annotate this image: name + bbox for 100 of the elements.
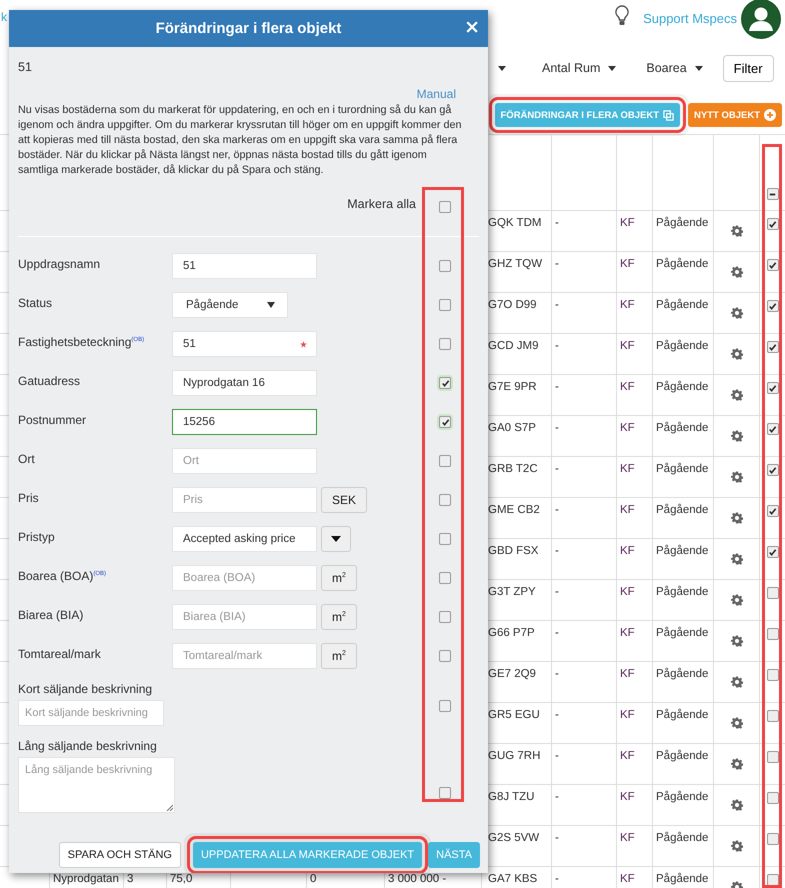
copy-checkbox[interactable] xyxy=(439,338,451,350)
copy-checkbox[interactable] xyxy=(439,299,451,311)
copy-checkbox[interactable] xyxy=(439,455,451,467)
copy-checkbox[interactable] xyxy=(439,572,451,584)
row-checkbox[interactable] xyxy=(766,669,778,681)
field-label: Pris xyxy=(18,490,40,507)
row-checkbox[interactable] xyxy=(766,341,778,353)
nav-link[interactable]: k xyxy=(1,10,7,24)
row-checkbox[interactable] xyxy=(766,710,778,722)
table-cell: GHZ TQW xyxy=(488,258,542,270)
copy-checkbox[interactable] xyxy=(439,700,451,712)
row-checkbox[interactable] xyxy=(766,259,778,271)
settings-icon[interactable] xyxy=(730,430,742,442)
status-select[interactable]: Pågående xyxy=(172,292,288,318)
text-area[interactable]: Lång säljande beskrivning xyxy=(18,757,175,813)
row-checkbox[interactable] xyxy=(766,587,778,599)
row-checkbox[interactable] xyxy=(766,874,778,886)
input-field[interactable]: Kort säljande beskrivning xyxy=(18,700,164,726)
unit-button[interactable]: m$^{2}$ xyxy=(321,604,357,630)
copy-checkbox[interactable] xyxy=(439,650,451,662)
settings-icon[interactable] xyxy=(730,553,742,565)
settings-icon[interactable] xyxy=(730,471,742,483)
row-checkbox[interactable] xyxy=(766,423,778,435)
unit-button[interactable]: SEK xyxy=(321,487,368,513)
settings-icon[interactable] xyxy=(730,758,742,770)
input-field[interactable]: Ort xyxy=(172,448,317,474)
table-cell: GR5 EGU xyxy=(488,709,540,721)
input-field[interactable]: 15256 xyxy=(172,409,317,435)
row-checkbox[interactable] xyxy=(766,218,778,230)
row-checkbox[interactable] xyxy=(766,505,778,517)
row-checkbox[interactable] xyxy=(766,382,778,394)
new-object-button[interactable]: NYTT OBJEKT xyxy=(688,103,782,127)
input-field[interactable]: 51 xyxy=(172,331,317,357)
caret-icon[interactable] xyxy=(498,66,506,70)
settings-icon[interactable] xyxy=(730,840,742,852)
input-field[interactable]: Nyprodgatan 16 xyxy=(172,370,317,396)
table-cell: GBD FSX xyxy=(488,545,538,557)
dialog-title: Förändringar i flera objekt xyxy=(156,20,342,37)
settings-icon[interactable] xyxy=(730,717,742,729)
table-cell: 3 xyxy=(127,873,134,885)
input-field[interactable]: Biarea (BIA) xyxy=(172,604,317,630)
filter-dropdown[interactable]: Antal Rum xyxy=(542,61,616,75)
table-cell: KF xyxy=(620,545,635,557)
action-button[interactable]: UPPDATERA ALLA MARKERADE OBJEKT xyxy=(192,842,422,868)
table-cell: - xyxy=(555,750,559,762)
lightbulb-icon[interactable] xyxy=(615,5,630,27)
table-cell: G7E 9PR xyxy=(488,381,537,393)
input-field[interactable]: 51 xyxy=(172,253,317,279)
filter-button[interactable]: Filter xyxy=(722,54,774,82)
field-label: Pristyp xyxy=(18,529,56,546)
caret-icon xyxy=(331,536,341,542)
instructions-text: Nu visas bostäderna som du markerat för uppdatering, en och en i turordning så du kan gå igenom och ändra uppgifter. Om du markerar kryssrutan till höger om en uppgift kommer den att kopieras med till nästa bostad, den ska markeras om en uppgift ska vara samma på flera bostäder. När du klickar på Nästa längst ner, öppnas nästa bostad tills du gått igenom samtliga markerade bostäder, då klickar du på Spara och stäng. xyxy=(18,103,462,178)
copy-checkbox[interactable] xyxy=(439,611,451,623)
input-field[interactable]: Accepted asking price xyxy=(172,526,317,552)
settings-icon[interactable] xyxy=(730,594,742,606)
row-checkbox[interactable] xyxy=(766,464,778,476)
copy-checkbox[interactable] xyxy=(439,377,451,389)
row-checkbox[interactable] xyxy=(766,833,778,845)
row-checkbox[interactable] xyxy=(766,300,778,312)
settings-icon[interactable] xyxy=(730,348,742,360)
input-field[interactable]: Pris xyxy=(172,487,317,513)
copy-checkbox[interactable] xyxy=(439,787,451,799)
settings-icon[interactable] xyxy=(730,512,742,524)
table-cell: Pågående xyxy=(656,463,708,475)
settings-icon[interactable] xyxy=(730,799,742,811)
close-button[interactable]: × xyxy=(464,18,480,36)
avatar-icon[interactable] xyxy=(741,0,781,39)
resize-handle-icon[interactable] xyxy=(165,803,173,811)
table-cell: - xyxy=(555,340,559,352)
dropdown-button[interactable] xyxy=(321,526,351,552)
filter-dropdown[interactable]: Boarea xyxy=(646,61,703,75)
input-field[interactable]: Tomtareal/mark xyxy=(172,643,317,669)
save-close-button[interactable]: SPARA OCH STÄNG xyxy=(58,842,181,868)
row-checkbox[interactable] xyxy=(766,792,778,804)
action-button[interactable]: NÄSTA xyxy=(428,842,480,868)
unit-button[interactable]: m$^{2}$ xyxy=(321,565,357,591)
copy-checkbox[interactable] xyxy=(439,260,451,272)
table-cell: Pågående xyxy=(656,381,708,393)
copy-checkbox[interactable] xyxy=(439,416,451,428)
settings-icon[interactable] xyxy=(730,676,742,688)
multi-edit-button[interactable]: FÖRÄNDRINGAR I FLERA OBJEKT xyxy=(494,103,680,127)
select-all-checkbox[interactable] xyxy=(766,188,778,200)
unit-button[interactable]: m$^{2}$ xyxy=(321,643,357,669)
object-number: 51 xyxy=(18,60,33,74)
row-checkbox[interactable] xyxy=(766,628,778,640)
input-field[interactable]: Boarea (BOA) xyxy=(172,565,317,591)
row-checkbox[interactable] xyxy=(766,751,778,763)
field-label: Biarea (BIA) xyxy=(18,607,84,624)
copy-checkbox[interactable] xyxy=(439,494,451,506)
row-checkbox[interactable] xyxy=(766,546,778,558)
support-link[interactable]: Support Mspecs xyxy=(643,10,737,26)
settings-icon[interactable] xyxy=(730,266,742,278)
select-all-checkbox[interactable] xyxy=(439,201,451,213)
copy-checkbox[interactable] xyxy=(439,533,451,545)
manual-link[interactable]: Manual xyxy=(416,87,456,101)
settings-icon[interactable] xyxy=(730,307,742,319)
settings-icon[interactable] xyxy=(730,635,742,647)
settings-icon[interactable] xyxy=(730,389,742,401)
table-cell: G2S 5VW xyxy=(488,832,540,844)
settings-icon[interactable] xyxy=(730,225,742,237)
